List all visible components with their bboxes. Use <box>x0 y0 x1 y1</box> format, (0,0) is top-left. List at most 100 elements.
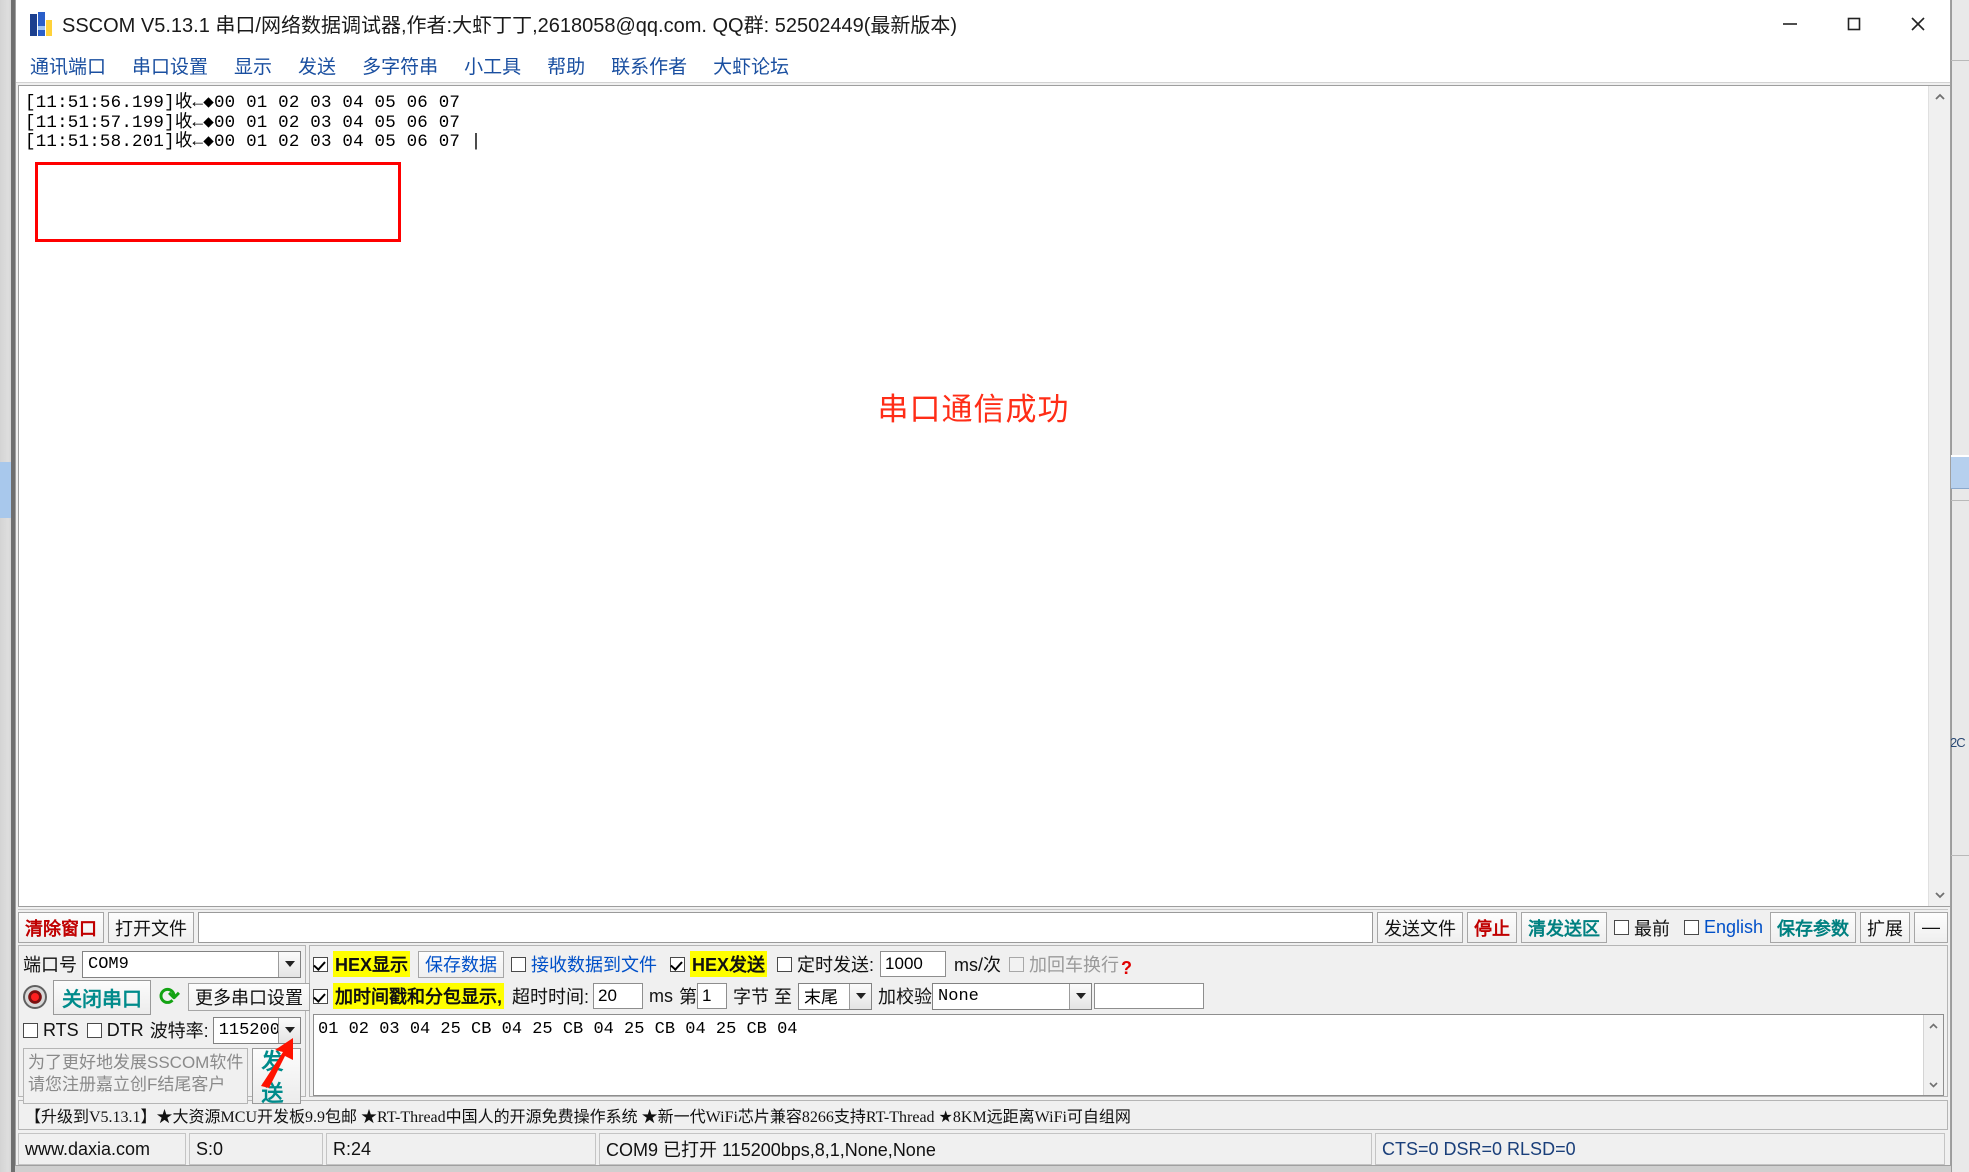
connection-status-led-icon <box>23 985 47 1009</box>
topmost-checkbox-wrap[interactable]: 最前 <box>1613 912 1670 943</box>
maximize-icon[interactable] <box>1822 0 1886 48</box>
help-question-icon[interactable]: ? <box>1121 958 1132 979</box>
menu-item-comm-port[interactable]: 通讯端口 <box>30 52 106 79</box>
minimize-icon[interactable] <box>1758 0 1822 48</box>
english-checkbox[interactable] <box>1683 920 1699 935</box>
dtr-checkbox[interactable] <box>86 1022 102 1038</box>
menu-bar: 通讯端口 串口设置 显示 发送 多字符串 小工具 帮助 联系作者 大虾论坛 <box>16 48 1950 83</box>
timed-send-checkbox[interactable] <box>777 956 793 972</box>
timestamp-checkbox[interactable] <box>313 988 328 1004</box>
baud-rate-select[interactable]: 115200 <box>212 1016 301 1044</box>
registration-notice: 为了更好地发展SSCOM软件 请您注册嘉立创F结尾客户 <box>23 1048 249 1104</box>
more-port-settings-button[interactable]: 更多串口设置 <box>187 983 310 1011</box>
notice-line-2: 请您注册嘉立创F结尾客户 <box>28 1075 226 1094</box>
port-number-label: 端口号 <box>23 955 77 975</box>
receive-panel: [11:51:56.199]收←◆00 01 02 03 04 05 06 07… <box>18 85 1950 907</box>
english-label: English <box>1703 917 1763 937</box>
menu-item-display[interactable]: 显示 <box>234 52 272 79</box>
port-open-row: 关闭串口 ⟳ 更多串口设置 <box>23 979 310 1015</box>
received-data-highlight-box <box>35 162 401 242</box>
app-logo-icon <box>30 11 52 36</box>
receive-line: [11:51:56.199]收←◆00 01 02 03 04 05 06 07 <box>25 93 461 113</box>
receive-area-scrollbar[interactable] <box>1928 86 1950 906</box>
receive-line: [11:51:58.201]收←◆00 01 02 03 04 05 06 07… <box>25 132 482 153</box>
byte-end-value: 末尾 <box>804 990 839 1009</box>
menu-item-tools[interactable]: 小工具 <box>464 52 521 79</box>
port-select[interactable]: COM9 <box>82 950 301 978</box>
extend-button[interactable]: 扩展 <box>1860 912 1910 943</box>
send-button[interactable]: 发 送 <box>252 1048 301 1106</box>
advertisement-bar[interactable]: 【升级到V5.13.1】★大资源MCU开发板9.9包邮 ★RT-Thread中国… <box>18 1100 1948 1130</box>
scroll-up-icon[interactable] <box>1923 1015 1944 1037</box>
add-crlf-label: 加回车换行 <box>1029 955 1120 975</box>
checksum-select[interactable]: None <box>932 982 1093 1010</box>
timed-send-unit-label: ms/次 <box>954 955 1002 975</box>
refresh-ports-icon[interactable]: ⟳ <box>159 982 180 1012</box>
window-controls <box>1758 0 1950 48</box>
chevron-down-icon[interactable] <box>278 951 300 977</box>
menu-item-forum[interactable]: 大虾论坛 <box>713 52 789 79</box>
status-sent-count: S:0 <box>189 1133 323 1165</box>
chevron-down-icon[interactable] <box>849 983 872 1009</box>
recv-to-file-checkbox[interactable] <box>511 956 527 972</box>
scroll-down-icon[interactable] <box>1923 1073 1944 1095</box>
background-window-right-selected-row <box>1951 455 1969 489</box>
byte-index-input[interactable]: 1 <box>697 983 728 1009</box>
menu-item-contact-author[interactable]: 联系作者 <box>611 52 687 79</box>
port-select-row: 端口号 COM9 <box>23 949 301 979</box>
baud-rate-value: 115200 <box>218 1020 280 1040</box>
stop-button[interactable]: 停止 <box>1466 912 1517 943</box>
close-icon[interactable] <box>1886 0 1950 48</box>
send-area-scrollbar[interactable] <box>1923 1015 1943 1095</box>
scroll-up-icon[interactable] <box>1929 86 1951 108</box>
hex-display-label: HEX显示 <box>333 951 411 977</box>
success-annotation-text: 串口通信成功 <box>877 392 1070 427</box>
save-data-button[interactable]: 保存数据 <box>418 950 505 978</box>
send-data-area[interactable]: 01 02 03 04 25 CB 04 25 CB 04 25 CB 04 2… <box>313 1014 1944 1096</box>
title-bar: SSCOM V5.13.1 串口/网络数据调试器,作者:大虾丁丁,2618058… <box>16 0 1950 48</box>
english-checkbox-wrap[interactable]: English <box>1683 912 1763 943</box>
clear-send-area-button[interactable]: 清发送区 <box>1520 912 1607 943</box>
status-signal-lines: CTS=0 DSR=0 RLSD=0 <box>1375 1133 1945 1165</box>
clear-window-button[interactable]: 清除窗口 <box>18 912 104 943</box>
rts-checkbox[interactable] <box>23 1022 38 1038</box>
collapse-button[interactable]: — <box>1914 912 1948 943</box>
send-file-button[interactable]: 发送文件 <box>1376 912 1463 943</box>
close-port-button[interactable]: 关闭串口 <box>53 979 151 1015</box>
receive-text-area[interactable]: [11:51:56.199]收←◆00 01 02 03 04 05 06 07… <box>19 86 1928 906</box>
file-path-input[interactable] <box>198 912 1373 943</box>
hex-send-checkbox[interactable] <box>670 956 686 972</box>
chevron-down-icon[interactable] <box>1069 983 1092 1009</box>
save-params-button[interactable]: 保存参数 <box>1770 912 1856 943</box>
open-file-button[interactable]: 打开文件 <box>108 912 194 943</box>
byte-range-label: 字节 至 <box>733 987 793 1007</box>
advertisement-text: 【升级到V5.13.1】★大资源MCU开发板9.9包邮 ★RT-Thread中国… <box>25 1109 1131 1126</box>
menu-item-send[interactable]: 发送 <box>298 52 336 79</box>
timed-send-interval-input[interactable]: 1000 <box>880 951 947 977</box>
hex-display-checkbox[interactable] <box>313 956 328 972</box>
checksum-extra-input[interactable] <box>1094 983 1205 1009</box>
recv-to-file-wrap[interactable]: 接收数据到文件 <box>511 951 657 977</box>
byte-end-select[interactable]: 末尾 <box>798 982 873 1010</box>
hex-display-row: HEX显示 保存数据 接收数据到文件 HEX发送 定时发送: 1000 ms/次… <box>313 949 1944 979</box>
add-crlf-checkbox[interactable] <box>1009 956 1025 972</box>
chevron-down-icon[interactable] <box>278 1017 300 1043</box>
timeout-input[interactable]: 20 <box>593 983 644 1009</box>
scroll-down-icon[interactable] <box>1929 884 1951 906</box>
display-send-config: HEX显示 保存数据 接收数据到文件 HEX发送 定时发送: 1000 ms/次… <box>309 945 1948 1097</box>
topmost-checkbox[interactable] <box>1613 920 1629 935</box>
byte-prefix-label: 第 <box>679 987 698 1007</box>
send-data-text: 01 02 03 04 25 CB 04 25 CB 04 25 CB 04 2… <box>318 1020 798 1039</box>
menu-item-multi-string[interactable]: 多字符串 <box>362 52 438 79</box>
flow-control-row: RTS DTR 波特率: 115200 <box>23 1015 301 1045</box>
lower-control-panel: 清除窗口 打开文件 发送文件 停止 清发送区 最前 English 保存参数 扩… <box>16 907 1950 1165</box>
receive-line: [11:51:57.199]收←◆00 01 02 03 04 05 06 07 <box>25 112 461 133</box>
status-website[interactable]: www.daxia.com <box>18 1133 186 1165</box>
rts-label: RTS <box>43 1019 79 1040</box>
menu-item-port-settings[interactable]: 串口设置 <box>132 52 208 79</box>
background-window-text: 2C <box>1950 735 1966 750</box>
hex-send-label: HEX发送 <box>690 951 768 977</box>
serial-port-config: 端口号 COM9 关闭串口 ⟳ 更多串口设置 RTS DTR 波特率: 1152… <box>18 945 310 1106</box>
menu-item-help[interactable]: 帮助 <box>547 52 585 79</box>
checksum-value: None <box>938 986 979 1006</box>
